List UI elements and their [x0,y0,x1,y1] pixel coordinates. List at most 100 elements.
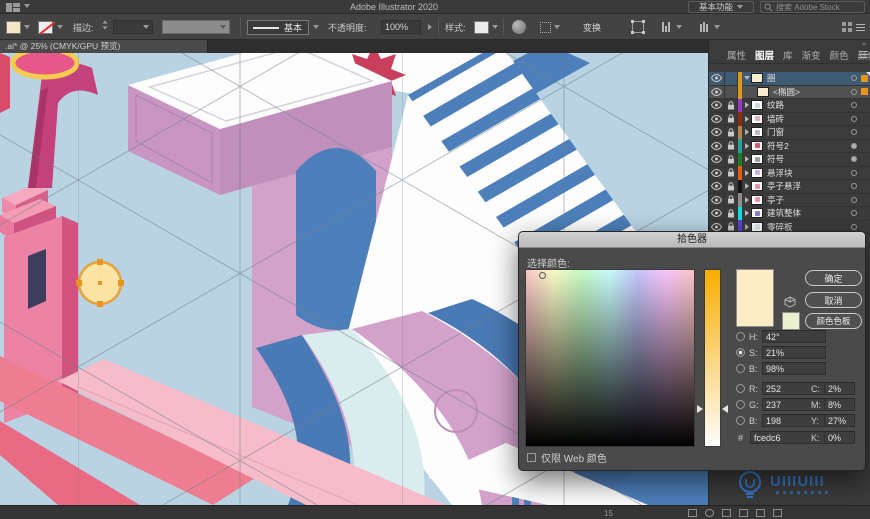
expand-chevron-icon[interactable] [742,129,751,136]
align-icon[interactable] [662,22,670,32]
expand-chevron-icon[interactable] [742,156,751,163]
b2-radio[interactable] [736,416,745,425]
slider-arrow-left-icon[interactable] [697,405,703,413]
visibility-eye-icon[interactable] [709,99,725,112]
color-field-marker[interactable] [539,272,546,279]
panel-tab-渐变[interactable]: 渐变 [802,48,821,62]
dialog-title[interactable]: 拾色器 [519,232,865,248]
visibility-eye-icon[interactable] [709,193,725,206]
bounding-box-icon[interactable] [631,20,645,34]
layer-row[interactable]: 符号2 [709,139,870,153]
workspace-switcher-button[interactable]: 基本功能 [688,1,754,13]
layer-thumbnail[interactable] [751,113,763,124]
stroke-weight-dropdown[interactable] [113,20,153,34]
visibility-eye-icon[interactable] [709,85,725,98]
web-colors-only-checkbox[interactable] [527,453,536,462]
lock-icon[interactable] [725,112,738,125]
layer-thumbnail[interactable] [751,208,763,219]
h-radio[interactable] [736,332,745,341]
b-input[interactable] [762,362,826,375]
panel-menu-icon[interactable] [859,51,868,58]
visibility-eye-icon[interactable] [709,166,725,179]
brush-definition-box[interactable]: 基本 [247,20,309,35]
expand-chevron-icon[interactable] [742,223,751,230]
visibility-eye-icon[interactable] [709,126,725,139]
layer-thumbnail[interactable] [751,181,763,192]
g-radio[interactable] [736,400,745,409]
document-list-icon[interactable] [856,23,865,31]
locate-object-icon[interactable] [705,509,714,517]
expand-chevron-icon[interactable] [742,102,751,109]
web-safe-swatch[interactable] [782,312,800,330]
layer-thumbnail[interactable] [751,100,763,111]
lock-icon[interactable] [725,207,738,220]
brush-chevron-icon[interactable] [313,25,319,29]
fill-color-swatch[interactable] [6,20,21,34]
opacity-slider-chevron-icon[interactable] [428,24,432,30]
distribute-chevron-icon[interactable] [714,25,720,29]
layer-row[interactable]: 符号 [709,152,870,167]
transform-button[interactable]: 变换 [583,20,601,34]
s-input[interactable] [762,346,826,359]
r-radio[interactable] [736,384,745,393]
cancel-button[interactable]: 取消 [805,292,862,308]
ok-button[interactable]: 确定 [805,270,862,286]
expand-chevron-icon[interactable] [742,183,751,190]
slider-arrow-right-icon[interactable] [722,405,728,413]
lock-icon[interactable] [725,193,738,206]
width-profile-dropdown[interactable] [162,20,230,34]
lock-icon[interactable] [725,180,738,193]
web-gamut-cube-icon[interactable] [784,296,796,308]
saturation-slider[interactable] [704,269,721,447]
k-input[interactable] [824,431,855,444]
lock-icon[interactable] [725,99,738,112]
layer-target-circle[interactable] [851,88,857,95]
lock-icon[interactable] [725,139,738,152]
style-chevron-icon[interactable] [492,25,498,29]
visibility-eye-icon[interactable] [709,180,725,193]
document-tab[interactable]: .ai* @ 25% (CMYK/GPU 预览) [0,40,208,53]
align-chevron-icon[interactable] [676,25,682,29]
panel-tab-库[interactable]: 库 [783,48,793,62]
color-swatches-button[interactable]: 颜色色板 [805,313,862,329]
recolor-artwork-icon[interactable] [512,20,526,34]
select-similar-icon[interactable] [540,21,551,33]
expand-chevron-icon[interactable] [742,76,751,81]
style-swatch[interactable] [474,20,489,34]
c-input[interactable] [824,382,855,395]
visibility-eye-icon[interactable] [709,153,725,166]
layer-row[interactable]: 门窗 [709,125,870,140]
layer-row[interactable]: 墙砖 [709,112,870,126]
opacity-value-dropdown[interactable]: 100% [381,20,421,34]
stroke-color-swatch[interactable] [38,20,53,34]
lock-icon[interactable] [725,126,738,139]
layer-target-circle[interactable] [851,169,857,176]
m-input[interactable] [824,398,855,411]
arrange-documents-icon[interactable] [842,22,852,32]
layer-target-circle[interactable] [851,115,857,122]
layer-row[interactable]: 亭子 [709,193,870,207]
lock-icon[interactable] [725,85,738,98]
expand-chevron-icon[interactable] [742,210,751,217]
h-input[interactable] [762,330,826,343]
layer-target-circle[interactable] [851,142,857,149]
home-icon[interactable] [6,3,20,12]
expand-chevron-icon[interactable] [742,196,751,203]
layer-row[interactable]: 圈 [709,71,870,86]
lock-icon[interactable] [725,166,738,179]
layer-row[interactable]: 悬浮块 [709,166,870,180]
layer-thumbnail[interactable] [751,140,763,151]
make-mask-icon[interactable] [722,509,731,517]
stroke-weight-stepper[interactable] [102,20,108,34]
collect-for-export-icon[interactable] [688,509,697,517]
stock-search-input[interactable]: 搜索 Adobe Stock [760,1,865,13]
layer-thumbnail[interactable] [751,127,763,138]
expand-chevron-icon[interactable] [742,169,751,176]
layer-target-circle[interactable] [851,196,857,203]
delete-layer-icon[interactable] [773,509,782,517]
visibility-eye-icon[interactable] [709,207,725,220]
distribute-icon[interactable] [700,22,708,32]
home-chevron-icon[interactable] [24,4,30,8]
stroke-chevron-icon[interactable] [57,25,63,29]
panel-tab-属性[interactable]: 属性 [727,48,746,62]
